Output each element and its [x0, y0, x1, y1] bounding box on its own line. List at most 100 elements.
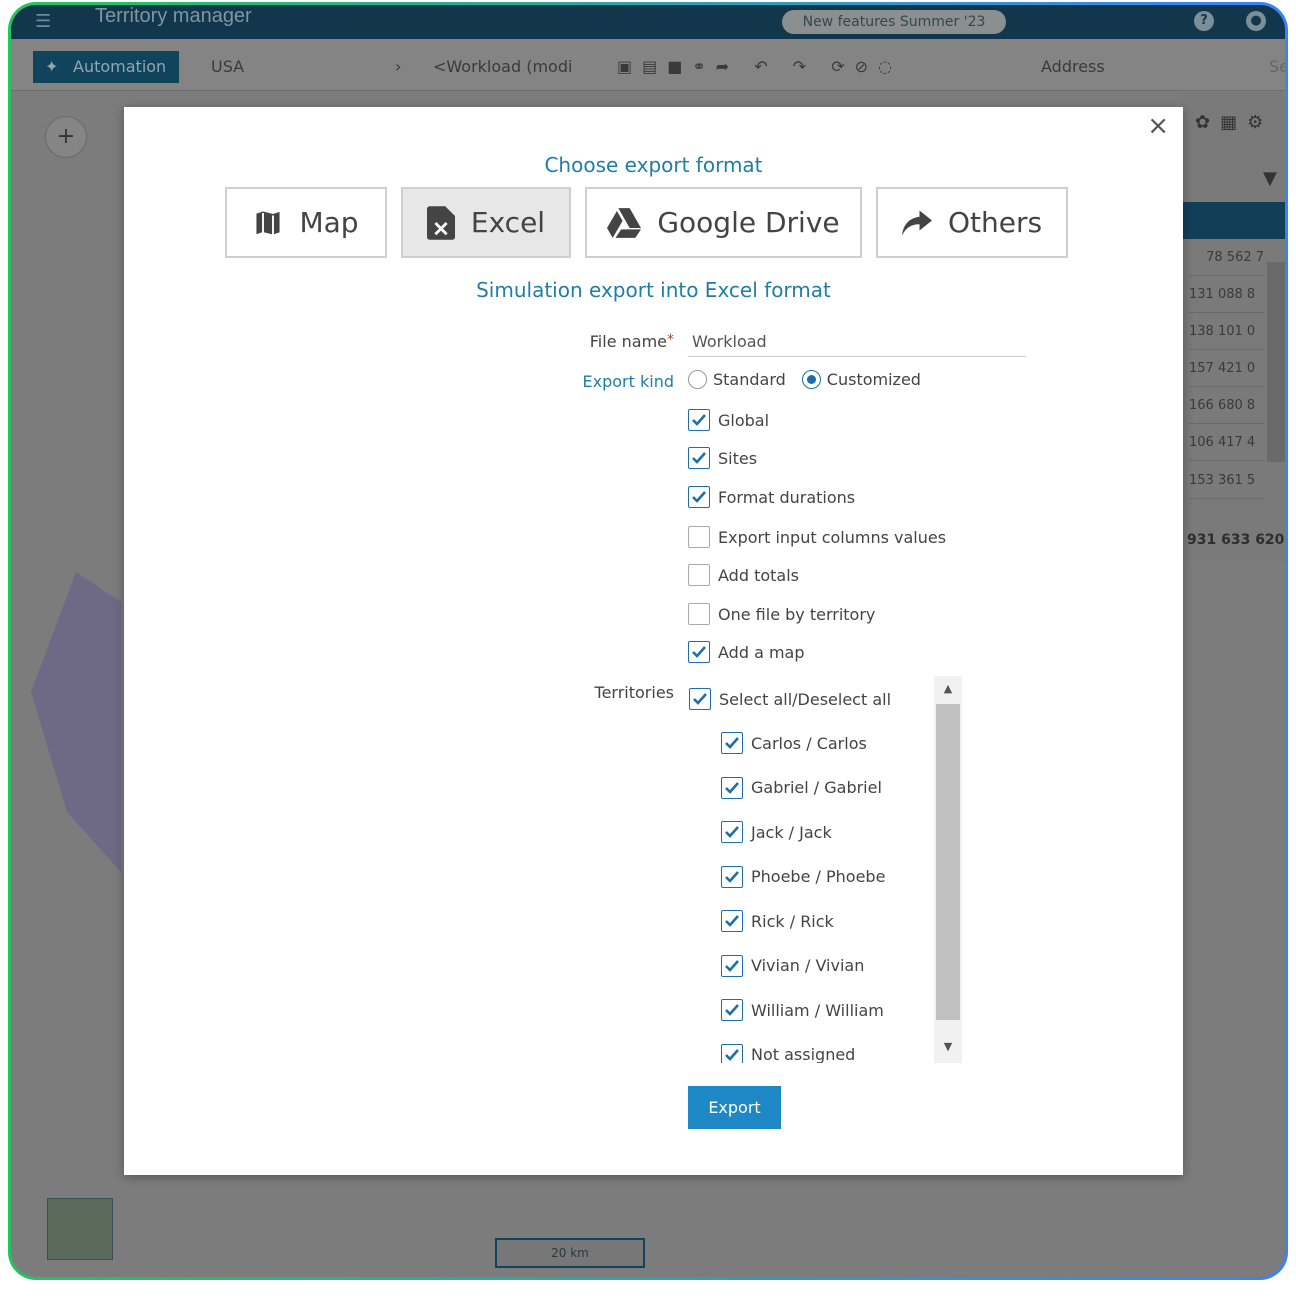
select-all-checkbox[interactable]: Select all/Deselect all: [689, 688, 891, 710]
checkmark-icon: [692, 414, 706, 426]
checkmark-icon: [725, 1048, 739, 1061]
share-arrow-icon: [901, 210, 932, 235]
checkbox[interactable]: [721, 1043, 743, 1063]
checkbox[interactable]: [688, 603, 710, 625]
excel-file-icon: [426, 205, 455, 240]
territory-item[interactable]: Phoebe / Phoebe: [721, 865, 885, 888]
checkmark-icon: [692, 452, 706, 464]
checkmark-icon: [692, 491, 706, 503]
checkbox[interactable]: [721, 821, 743, 843]
table-cell: 157 421 0: [1189, 350, 1264, 387]
option-sites[interactable]: Sites: [688, 447, 757, 469]
country-selector[interactable]: USA: [211, 57, 244, 76]
territories-scrollbar[interactable]: ▲ ▼: [934, 676, 962, 1063]
dialog-subtitle: Simulation export into Excel format: [476, 278, 831, 302]
checkbox[interactable]: [688, 564, 710, 586]
map-scale: 20 km: [495, 1238, 645, 1268]
option-one-file-by-territory[interactable]: One file by territory: [688, 603, 875, 625]
scroll-down-icon[interactable]: ▼: [934, 1040, 962, 1053]
news-badge[interactable]: New features Summer '23: [782, 10, 1006, 34]
file-name-input[interactable]: [688, 327, 1026, 357]
checkbox-label: Add totals: [718, 565, 799, 585]
checkbox-label: Select all/Deselect all: [719, 689, 892, 709]
scrollbar-thumb[interactable]: [936, 704, 960, 1020]
table-cell: 166 680 8: [1189, 387, 1264, 424]
radio-label: Customized: [826, 370, 921, 389]
breadcrumb[interactable]: <Workload (modi: [433, 57, 572, 76]
help-icon[interactable]: ?: [1194, 11, 1214, 31]
checkbox[interactable]: [688, 526, 710, 548]
search-label: Se: [1269, 57, 1285, 76]
export-kind-label: Export kind: [582, 372, 674, 391]
automation-button[interactable]: ✦ Automation: [33, 51, 179, 83]
option-global[interactable]: Global: [688, 409, 769, 431]
checkbox[interactable]: [721, 776, 743, 799]
territory-polygon: [31, 572, 121, 872]
checkbox-label: Export input columns values: [718, 527, 947, 547]
option-add-a-map[interactable]: Add a map: [688, 641, 805, 663]
checkmark-icon: [693, 693, 707, 705]
checkbox[interactable]: [721, 954, 743, 977]
close-icon[interactable]: ×: [1147, 111, 1169, 141]
toolbar: ✦ Automation USA › <Workload (modi ▣▤■⚭➦ …: [11, 39, 1285, 91]
territory-item[interactable]: Rick / Rick: [721, 910, 834, 932]
checkbox[interactable]: [688, 486, 710, 508]
option-format-durations[interactable]: Format durations: [688, 486, 855, 508]
format-google-drive-button[interactable]: Google Drive: [585, 187, 862, 258]
checkbox[interactable]: [689, 688, 711, 710]
top-bar: ☰ Territory manager New features Summer …: [11, 5, 1285, 39]
option-add-totals[interactable]: Add totals: [688, 564, 799, 586]
logo: Territory manager: [95, 5, 252, 27]
table-cell: 153 361 5: [1189, 462, 1264, 499]
address-search[interactable]: Address: [1041, 57, 1105, 76]
checkbox-label: William / William: [751, 1000, 884, 1020]
checkbox[interactable]: [721, 999, 743, 1021]
chevron-right-icon[interactable]: ›: [395, 57, 401, 76]
scroll-up-icon[interactable]: ▲: [934, 682, 962, 695]
territory-item[interactable]: William / William: [721, 999, 884, 1021]
magic-wand-icon: ✦: [45, 57, 59, 76]
user-icon[interactable]: ●: [1246, 11, 1266, 31]
table-cell: 131 088 8: [1189, 276, 1264, 313]
standard-radio[interactable]: [688, 370, 707, 389]
checkmark-icon: [725, 781, 739, 794]
territory-item[interactable]: Carlos / Carlos: [721, 732, 867, 754]
table-cell: 106 417 4: [1189, 424, 1264, 461]
checkbox-label: Gabriel / Gabriel: [751, 778, 882, 797]
territory-item[interactable]: Gabriel / Gabriel: [721, 776, 882, 799]
checkbox-label: Vivian / Vivian: [751, 956, 865, 975]
satellite-layer-thumbnail[interactable]: [47, 1198, 113, 1260]
filter-icon[interactable]: ▼: [1263, 168, 1277, 189]
checkmark-icon: [725, 826, 739, 838]
checkmark-icon: [725, 737, 739, 749]
toolbar-icons[interactable]: ▣▤■⚭➦ ↶ ↷ ⟳⊘◌: [617, 57, 902, 76]
format-label: Others: [947, 206, 1043, 239]
checkbox-label: Carlos / Carlos: [751, 733, 867, 753]
checkbox[interactable]: [688, 447, 710, 469]
export-button[interactable]: Export: [688, 1086, 781, 1129]
checkbox[interactable]: [721, 732, 743, 754]
option-export-input-columns-values[interactable]: Export input columns values: [688, 526, 946, 548]
checkbox-label: Add a map: [718, 642, 805, 662]
zoom-in-button[interactable]: +: [45, 116, 87, 158]
territory-item[interactable]: Vivian / Vivian: [721, 954, 865, 977]
checkmark-icon: [725, 870, 739, 883]
checkbox[interactable]: [721, 910, 743, 932]
format-others-button[interactable]: Others: [876, 187, 1068, 258]
territory-item[interactable]: Jack / Jack: [721, 821, 832, 843]
format-excel-button[interactable]: Excel: [401, 187, 571, 258]
format-map-button[interactable]: Map: [225, 187, 387, 258]
checkbox-label: Not assigned: [751, 1045, 856, 1063]
right-panel: ✿▦⚙ ▼ 78 562 7 131 088 8 138 101 0 157 4…: [1181, 92, 1285, 562]
checkbox-label: One file by territory: [718, 604, 876, 624]
hamburger-menu-icon[interactable]: ☰: [35, 11, 51, 32]
scrollbar[interactable]: [1267, 262, 1285, 462]
customized-radio[interactable]: [801, 370, 821, 389]
checkbox[interactable]: [721, 865, 743, 888]
territory-item[interactable]: Not assigned: [721, 1043, 856, 1063]
file-name-label: File name*: [589, 332, 674, 351]
palette-grid-gear-icons[interactable]: ✿▦⚙: [1195, 112, 1273, 133]
checkbox[interactable]: [688, 641, 710, 663]
checkbox-label: Format durations: [718, 487, 856, 507]
checkbox[interactable]: [688, 409, 710, 431]
